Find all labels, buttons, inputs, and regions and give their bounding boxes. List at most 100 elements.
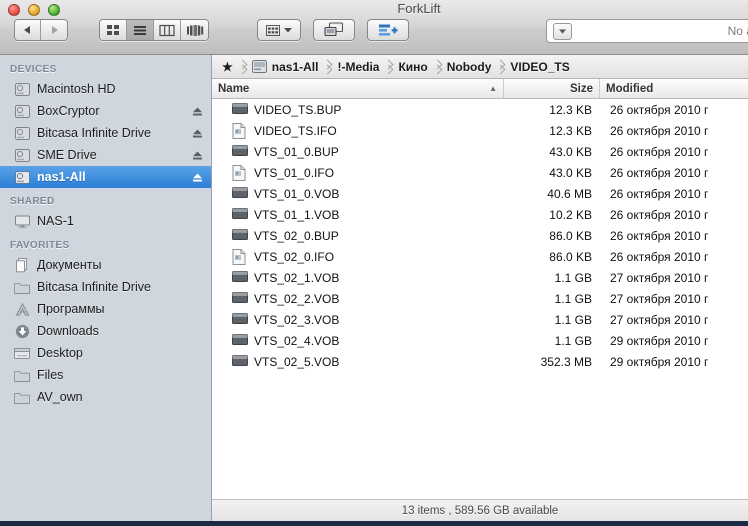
transfer-status-field[interactable]: No ac [546, 19, 748, 43]
table-row[interactable]: VTS_02_0.BUP 86.0 KB 26 октября 2010 г [212, 225, 748, 246]
column-header-size[interactable]: Size [504, 79, 600, 98]
file-size: 352.3 MB [540, 354, 592, 369]
transfer-popup-button[interactable] [553, 22, 572, 40]
file-modified: 27 октября 2010 г [610, 291, 709, 306]
new-tab-icon [379, 24, 398, 36]
file-name: VIDEO_TS.BUP [254, 102, 342, 117]
sidebar-item-bitcasa-infinite-drive[interactable]: Bitcasa Infinite Drive [0, 122, 211, 144]
eject-icon[interactable] [191, 127, 203, 139]
sidebar-header-shared: SHARED [10, 196, 55, 207]
sidebar-item-label: BoxCryptor [37, 104, 100, 118]
remote-connect-button[interactable] [313, 19, 355, 41]
back-button[interactable] [15, 20, 41, 40]
table-row[interactable]: VTS_01_0.BUP 43.0 KB 26 октября 2010 г [212, 141, 748, 162]
file-pane: ★ nas1-All !-Media Кино Nobody VIDEO_TS [212, 55, 748, 521]
file-size: 10.2 KB [549, 207, 592, 222]
eject-icon[interactable] [191, 171, 203, 183]
column-header-modified[interactable]: Modified [600, 79, 748, 98]
file-name-cell: VTS_02_4.VOB [212, 333, 504, 349]
sidebar-item-applications[interactable]: Программы [0, 298, 211, 320]
breadcrumb-favorite-star[interactable]: ★ [217, 60, 238, 74]
breadcrumb-item-media[interactable]: !-Media [334, 60, 384, 74]
file-modified: 27 октября 2010 г [610, 270, 709, 285]
file-list[interactable]: VIDEO_TS.BUP 12.3 KB 26 октября 2010 г V… [212, 99, 748, 499]
display-icon [14, 213, 30, 229]
table-row[interactable]: VTS_02_5.VOB 352.3 MB 29 октября 2010 г [212, 351, 748, 372]
eject-icon[interactable] [191, 105, 203, 117]
sidebar-item-macintosh-hd[interactable]: Macintosh HD [0, 78, 211, 100]
table-row[interactable]: VIDEO_TS.BUP 12.3 KB 26 октября 2010 г [212, 99, 748, 120]
sidebar-item-downloads[interactable]: Downloads [0, 320, 211, 342]
columns-icon [159, 24, 175, 36]
breadcrumb-item-kino[interactable]: Кино [395, 60, 432, 74]
file-name: VTS_02_4.VOB [254, 333, 340, 348]
sidebar-header-devices: DEVICES [10, 64, 57, 75]
sidebar-item-bitcasa-infinite-drive-folder[interactable]: Bitcasa Infinite Drive [0, 276, 211, 298]
hard-drive-icon [14, 147, 30, 163]
file-modified: 26 октября 2010 г [610, 102, 709, 117]
sidebar-item-documents[interactable]: Документы [0, 254, 211, 276]
icon-view-button[interactable] [100, 20, 127, 40]
binary-file-icon [232, 312, 248, 328]
column-view-button[interactable] [154, 20, 181, 40]
breadcrumb-item-nas1-all[interactable]: nas1-All [249, 60, 324, 74]
forward-button[interactable] [41, 20, 67, 40]
table-row[interactable]: VTS_02_2.VOB 1.1 GB 27 октября 2010 г [212, 288, 748, 309]
file-name: VTS_02_3.VOB [254, 312, 340, 327]
sidebar-group-devices: DEVICES Macintosh HD BoxCryptor Bitcasa … [0, 62, 211, 188]
file-name: VTS_01_0.BUP [254, 144, 339, 159]
sidebar-item-nas1-all[interactable]: nas1-All [0, 166, 211, 188]
sidebar-item-label: SME Drive [37, 148, 97, 162]
column-header-name-label: Name [218, 82, 250, 95]
sidebar-item-label: nas1-All [37, 170, 86, 184]
table-row[interactable]: VTS_01_0.IFO 43.0 KB 26 октября 2010 г [212, 162, 748, 183]
file-name-cell: VTS_02_3.VOB [212, 312, 504, 328]
coverflow-icon [186, 24, 203, 36]
file-name: VTS_02_5.VOB [254, 354, 340, 369]
titlebar: ForkLift No [0, 0, 748, 55]
close-window-button[interactable] [8, 4, 20, 16]
sidebar-item-av-own[interactable]: AV_own [0, 386, 211, 408]
sidebar-item-boxcryptor[interactable]: BoxCryptor [0, 100, 211, 122]
sidebar-item-nas-1[interactable]: NAS-1 [0, 210, 211, 232]
document-file-icon [232, 248, 248, 265]
table-row[interactable]: VIDEO_TS.IFO 12.3 KB 26 октября 2010 г [212, 120, 748, 141]
table-row[interactable]: VTS_01_0.VOB 40.6 MB 26 октября 2010 г [212, 183, 748, 204]
table-row[interactable]: VTS_02_0.IFO 86.0 KB 26 октября 2010 г [212, 246, 748, 267]
forward-arrow-icon [51, 26, 58, 34]
action-menu-button[interactable] [257, 19, 301, 41]
table-row[interactable]: VTS_01_1.VOB 10.2 KB 26 октября 2010 г [212, 204, 748, 225]
eject-icon[interactable] [191, 149, 203, 161]
downloads-icon [14, 323, 30, 339]
window-title-bar: ForkLift [0, 1, 748, 16]
sidebar-item-label: Files [37, 368, 64, 382]
folder-icon [14, 367, 30, 383]
breadcrumb-separator-icon [238, 55, 249, 78]
table-row[interactable]: VTS_02_4.VOB 1.1 GB 29 октября 2010 г [212, 330, 748, 351]
coverflow-view-button[interactable] [181, 20, 208, 40]
sidebar-item-files[interactable]: Files [0, 364, 211, 386]
folder-icon [14, 389, 30, 405]
sort-ascending-icon: ▲ [489, 84, 497, 93]
sidebar-item-desktop[interactable]: Desktop [0, 342, 211, 364]
new-tab-button[interactable] [367, 19, 409, 41]
breadcrumb-item-nobody[interactable]: Nobody [444, 60, 497, 74]
file-size: 86.0 KB [549, 228, 592, 243]
binary-file-icon [232, 207, 248, 223]
zoom-window-button[interactable] [48, 4, 60, 16]
file-name: VTS_02_1.VOB [254, 270, 340, 285]
list-lines-icon [134, 25, 146, 35]
sidebar-item-label: NAS-1 [37, 214, 74, 228]
file-name-cell: VIDEO_TS.BUP [212, 102, 504, 118]
minimize-window-button[interactable] [28, 4, 40, 16]
table-row[interactable]: VTS_02_3.VOB 1.1 GB 27 октября 2010 г [212, 309, 748, 330]
forklift-window: ForkLift No DEVICES Macintosh HD BoxCryp… [0, 0, 748, 526]
column-header-name[interactable]: Name ▲ [212, 79, 504, 98]
breadcrumb-item-video-ts[interactable]: VIDEO_TS [507, 60, 574, 74]
list-view-button[interactable] [127, 20, 154, 40]
sidebar-item-label: Macintosh HD [37, 82, 116, 96]
sidebar-item-sme-drive[interactable]: SME Drive [0, 144, 211, 166]
file-size: 1.1 GB [554, 312, 592, 327]
breadcrumb-separator-icon [496, 55, 507, 78]
table-row[interactable]: VTS_02_1.VOB 1.1 GB 27 октября 2010 г [212, 267, 748, 288]
